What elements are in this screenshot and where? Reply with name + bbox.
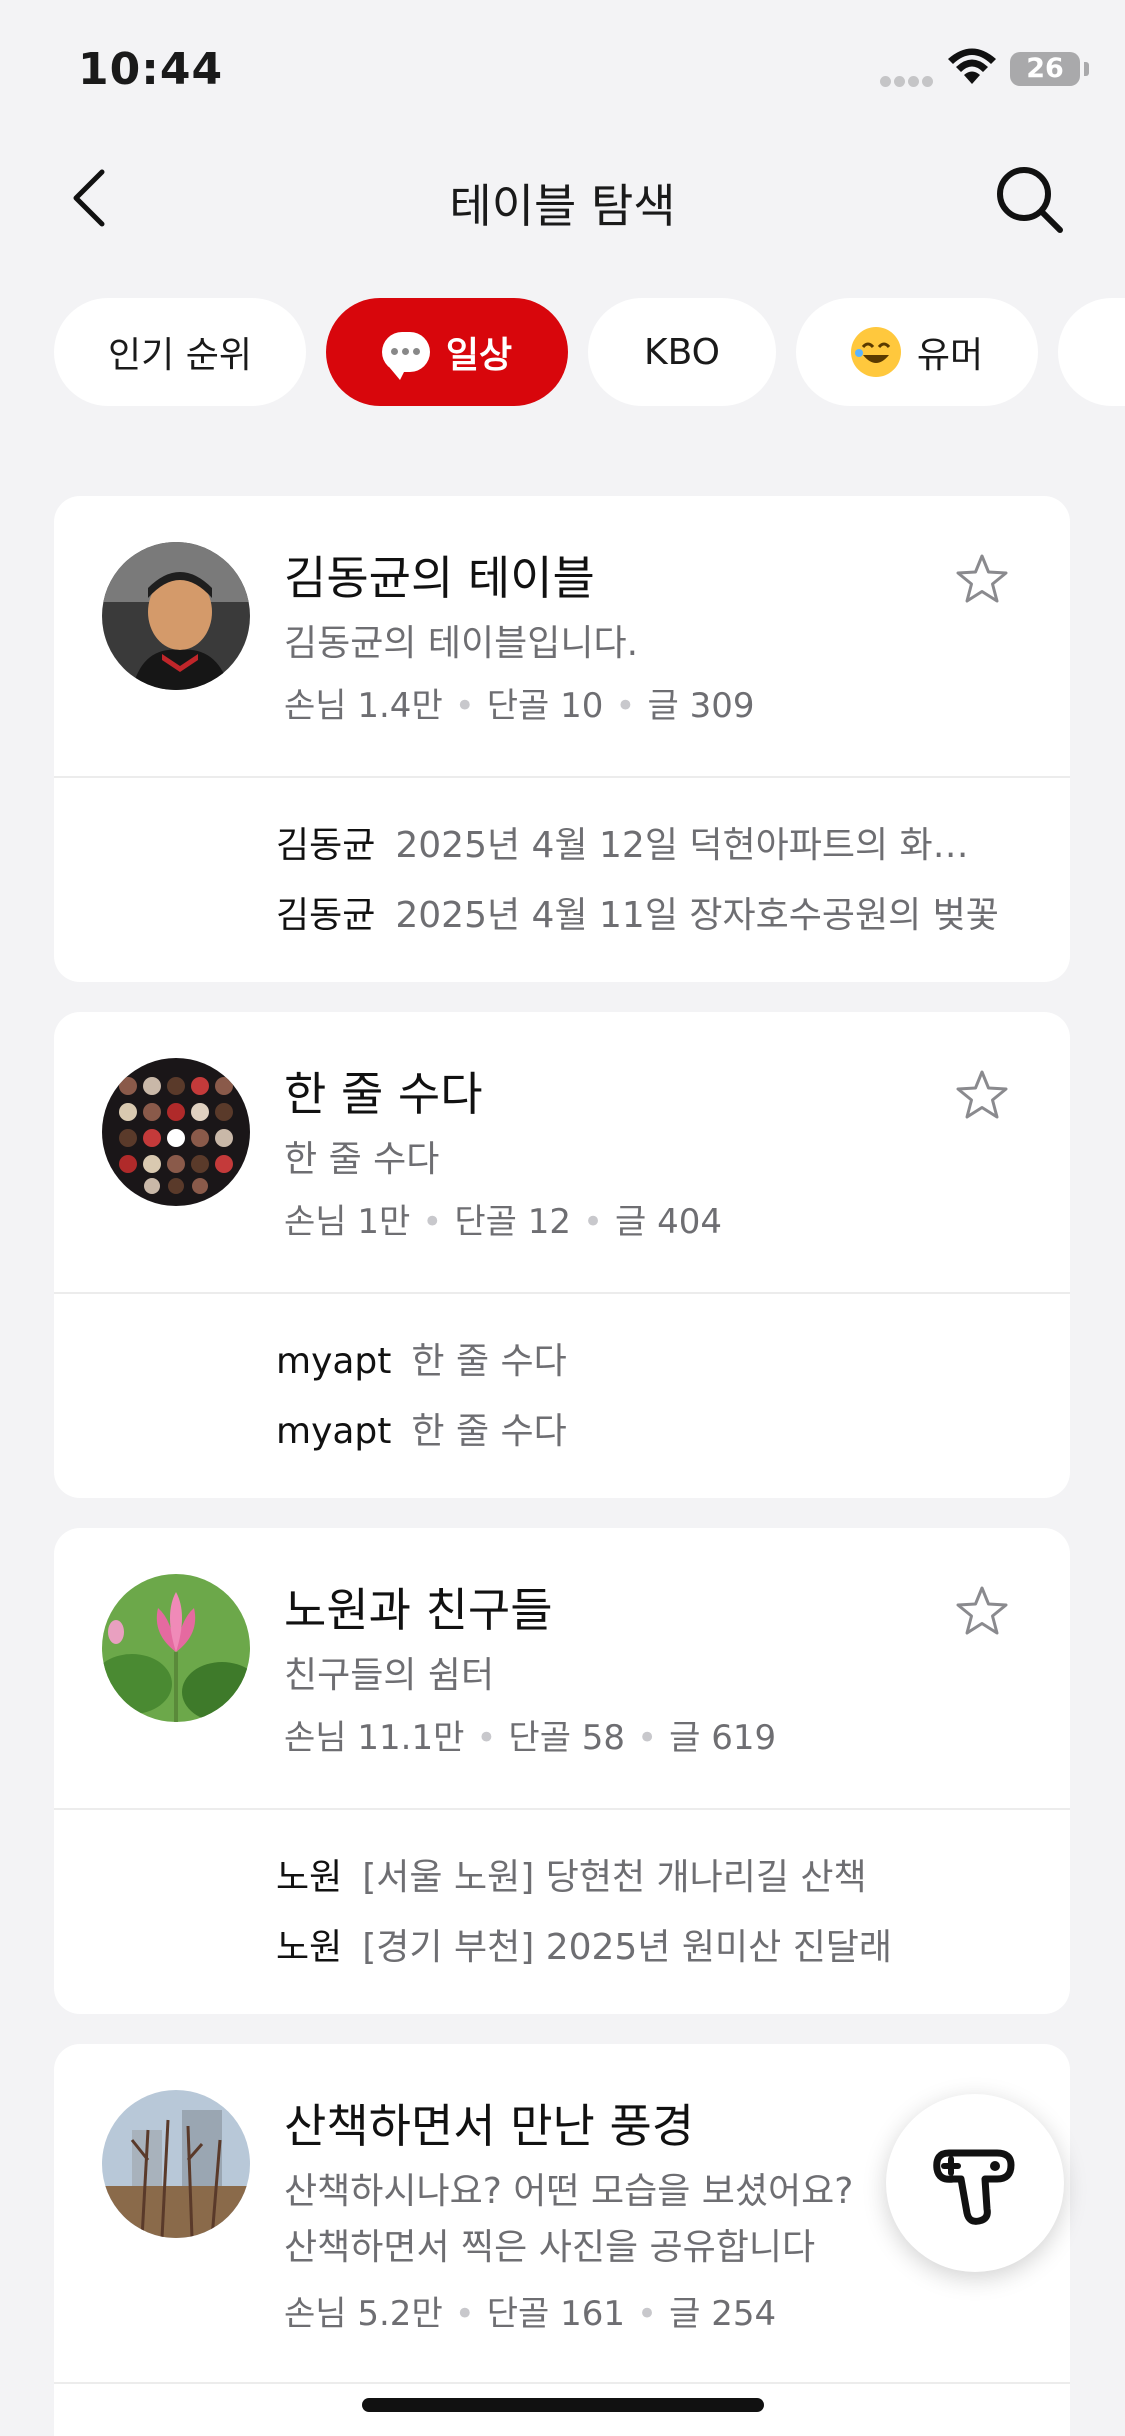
search-button[interactable] xyxy=(992,162,1068,238)
card-title: 노원과 친구들 xyxy=(284,1583,553,1637)
avatar xyxy=(102,1574,250,1722)
post-count: 글 619 xyxy=(669,1718,777,1758)
page-title: 테이블 탐색 xyxy=(449,179,676,233)
tab-label: 일상 xyxy=(445,335,513,376)
card-description: 친구들의 쉼터 xyxy=(284,1655,495,1696)
post-author: myapt xyxy=(276,1411,392,1452)
guest-count: 손님 1.4만 xyxy=(284,686,443,726)
status-bar: 10:44 26 xyxy=(0,0,1125,140)
card-stats: 손님 11.1만 • 단골 58 • 글 619 xyxy=(284,1718,777,1758)
post-author: myapt xyxy=(276,1341,392,1382)
post-author: 노원 xyxy=(276,1927,343,1968)
tab-kbo[interactable]: KBO xyxy=(588,298,776,406)
cellular-signal-icon xyxy=(880,72,936,87)
battery-icon: 26 xyxy=(1010,52,1080,86)
tab-label: KBO xyxy=(643,331,720,373)
avatar xyxy=(102,1058,250,1206)
regular-count: 단골 10 xyxy=(486,686,604,726)
star-icon[interactable] xyxy=(954,552,1010,608)
list-item[interactable]: myapt 한 줄 수다 xyxy=(276,1332,567,1384)
tab-more[interactable] xyxy=(1058,298,1125,406)
wifi-icon xyxy=(948,48,996,84)
card-stats: 손님 5.2만 • 단골 161 • 글 254 xyxy=(284,2294,777,2334)
post-count: 글 254 xyxy=(669,2294,777,2334)
tab-humor[interactable]: 유머 xyxy=(796,298,1038,406)
status-time: 10:44 xyxy=(78,44,224,95)
card-header: 한 줄 수다 한 줄 수다 손님 1만 • 단골 12 • 글 404 xyxy=(54,1012,1070,1294)
table-card[interactable]: 노원과 친구들 친구들의 쉼터 손님 11.1만 • 단골 58 • 글 619 노원 [… xyxy=(54,1528,1070,2014)
post-text: [서울 노원] 당현천 개나리길 산책 xyxy=(362,1857,867,1898)
post-text: 한 줄 수다 xyxy=(411,1341,567,1382)
tab-daily[interactable]: 일상 xyxy=(326,298,568,406)
post-author: 김동균 xyxy=(276,895,376,936)
game-controller-button[interactable] xyxy=(886,2094,1064,2272)
tab-popular[interactable]: 인기 순위 xyxy=(54,298,306,406)
list-item[interactable]: 노원 [경기 부천] 2025년 원미산 진달래 xyxy=(276,1918,892,1970)
card-title: 한 줄 수다 xyxy=(284,1067,483,1121)
recent-posts: 노원 [서울 노원] 당현천 개나리길 산책 노원 [경기 부천] 2025년 원미… xyxy=(54,1810,1070,2014)
post-text: 2025년 4월 11일 장자호수공원의 벚꽃 xyxy=(395,895,999,936)
post-author: 노원 xyxy=(276,1857,343,1898)
star-icon[interactable] xyxy=(954,1068,1010,1124)
card-description: 한 줄 수다 xyxy=(284,1139,440,1180)
card-stats: 손님 1만 • 단골 12 • 글 404 xyxy=(284,1202,723,1242)
list-item[interactable]: 노원 [서울 노원] 당현천 개나리길 산책 xyxy=(276,1848,867,1900)
card-stats: 손님 1.4만 • 단골 10 • 글 309 xyxy=(284,686,755,726)
card-title: 산책하면서 만난 풍경 xyxy=(284,2099,695,2153)
guest-count: 손님 1만 xyxy=(284,1202,411,1242)
avatar xyxy=(102,542,250,690)
list-item[interactable]: 김동균 2025년 4월 11일 장자호수공원의 벚꽃 xyxy=(276,886,999,938)
speech-bubble-icon xyxy=(381,332,430,380)
post-author: 김동균 xyxy=(276,825,376,866)
post-text: 2025년 4월 12일 덕현아파트의 화… xyxy=(395,825,969,866)
card-header: 노원과 친구들 친구들의 쉼터 손님 11.1만 • 단골 58 • 글 619 xyxy=(54,1528,1070,1810)
table-card[interactable]: 한 줄 수다 한 줄 수다 손님 1만 • 단골 12 • 글 404 myapt 한 줄… xyxy=(54,1012,1070,1498)
post-count: 글 309 xyxy=(647,686,755,726)
category-tabs: 인기 순위 일상 KBO 유머 xyxy=(0,298,1125,410)
tab-label: 인기 순위 xyxy=(108,335,252,376)
guest-count: 손님 11.1만 xyxy=(284,1718,465,1758)
home-indicator xyxy=(362,2398,764,2412)
card-description-line-2: 산책하면서 찍은 사진을 공유합니다 xyxy=(284,2227,816,2268)
guest-count: 손님 5.2만 xyxy=(284,2294,443,2334)
post-count: 글 404 xyxy=(615,1202,723,1242)
post-text: 한 줄 수다 xyxy=(411,1411,567,1452)
tab-label: 유머 xyxy=(916,335,984,376)
battery-tip xyxy=(1084,62,1089,76)
card-description: 김동균의 테이블입니다. xyxy=(284,623,639,664)
game-controller-icon xyxy=(933,2149,1015,2225)
table-card[interactable]: 김동균의 테이블 김동균의 테이블입니다. 손님 1.4만 • 단골 10 • 글 30… xyxy=(54,496,1070,982)
star-icon[interactable] xyxy=(954,1584,1010,1640)
recent-posts: 김동균 2025년 4월 12일 덕현아파트의 화… 김동균 2025년 4월 11… xyxy=(54,778,1070,982)
laughing-face-icon xyxy=(850,327,901,377)
card-header: 김동균의 테이블 김동균의 테이블입니다. 손님 1.4만 • 단골 10 • 글 30… xyxy=(54,496,1070,778)
list-item[interactable]: 김동균 2025년 4월 12일 덕현아파트의 화… xyxy=(276,816,969,868)
recent-posts: myapt 한 줄 수다 myapt 한 줄 수다 xyxy=(54,1294,1070,1498)
avatar xyxy=(102,2090,250,2238)
regular-count: 단골 58 xyxy=(508,1718,626,1758)
card-title: 김동균의 테이블 xyxy=(284,551,595,605)
post-text: [경기 부천] 2025년 원미산 진달래 xyxy=(362,1927,893,1968)
nav-bar: 테이블 탐색 xyxy=(0,150,1125,250)
list-item[interactable]: myapt 한 줄 수다 xyxy=(276,1402,567,1454)
card-description: 산책하시나요? 어떤 모습을 보셨어요? xyxy=(284,2171,854,2212)
regular-count: 단골 12 xyxy=(454,1202,571,1242)
regular-count: 단골 161 xyxy=(486,2294,626,2334)
